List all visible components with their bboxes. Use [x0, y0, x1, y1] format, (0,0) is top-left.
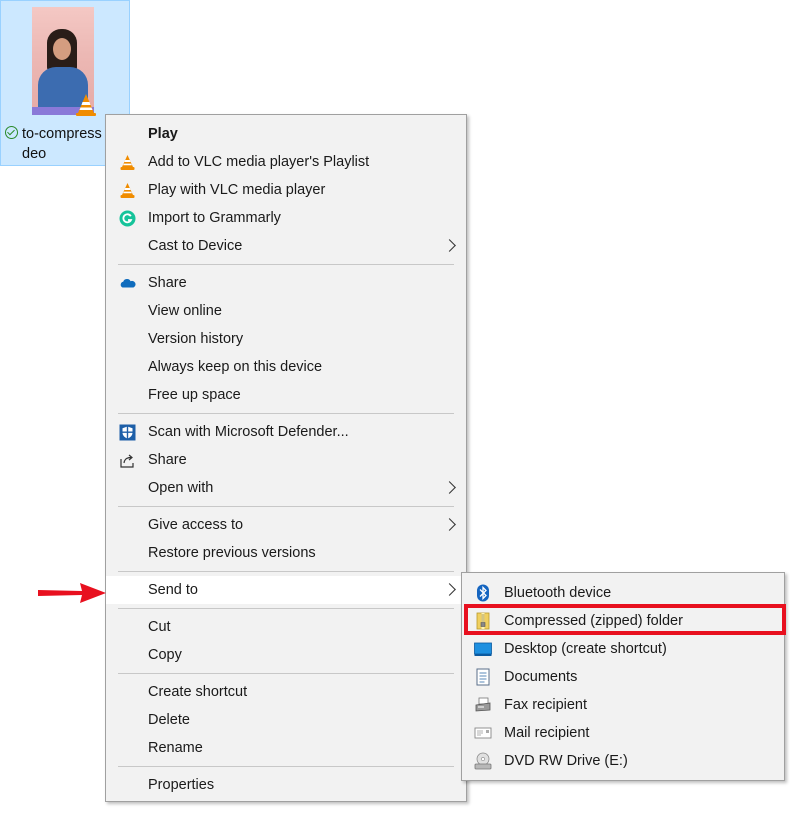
- sync-status-icon: [5, 126, 18, 139]
- submenu-item-documents[interactable]: Documents: [462, 663, 784, 691]
- chevron-right-icon: [443, 583, 456, 596]
- vlc-cone-icon: [120, 183, 135, 198]
- chevron-right-icon: [443, 239, 456, 252]
- menu-item-delete[interactable]: Delete: [106, 706, 466, 734]
- menu-separator: [118, 766, 454, 767]
- menu-item-onedrive-share[interactable]: Share: [106, 269, 466, 297]
- menu-item-properties[interactable]: Properties: [106, 771, 466, 799]
- mail-envelope-icon: [474, 727, 492, 739]
- menu-item-free-up-space[interactable]: Free up space: [106, 381, 466, 409]
- chevron-right-icon: [443, 518, 456, 531]
- submenu-item-bluetooth[interactable]: Bluetooth device: [462, 579, 784, 607]
- menu-item-rename[interactable]: Rename: [106, 734, 466, 762]
- red-arrow-pointer-icon: [38, 583, 106, 603]
- highlight-box: [464, 604, 786, 635]
- menu-item-view-online[interactable]: View online: [106, 297, 466, 325]
- menu-item-import-to-grammarly[interactable]: Import to Grammarly: [106, 204, 466, 232]
- documents-icon: [476, 668, 490, 686]
- share-icon: [120, 454, 134, 468]
- menu-separator: [118, 413, 454, 414]
- bluetooth-icon: [477, 584, 489, 602]
- menu-separator: [118, 264, 454, 265]
- submenu-item-fax-recipient[interactable]: Fax recipient: [462, 691, 784, 719]
- menu-item-add-to-vlc-playlist[interactable]: Add to VLC media player's Playlist: [106, 148, 466, 176]
- menu-item-copy[interactable]: Copy: [106, 641, 466, 669]
- menu-separator: [118, 571, 454, 572]
- menu-separator: [118, 506, 454, 507]
- defender-shield-icon: [119, 424, 136, 441]
- dvd-drive-icon: [474, 752, 492, 770]
- vlc-cone-icon: [120, 155, 135, 170]
- submenu-item-desktop-shortcut[interactable]: Desktop (create shortcut): [462, 635, 784, 663]
- menu-separator: [118, 608, 454, 609]
- menu-separator: [118, 673, 454, 674]
- menu-item-share[interactable]: Share: [106, 446, 466, 474]
- fax-printer-icon: [475, 697, 491, 712]
- menu-item-version-history[interactable]: Version history: [106, 325, 466, 353]
- submenu-item-dvd-drive[interactable]: DVD RW Drive (E:): [462, 747, 784, 775]
- menu-item-give-access-to[interactable]: Give access to: [106, 511, 466, 539]
- desktop-icon: [474, 642, 492, 656]
- menu-item-open-with[interactable]: Open with: [106, 474, 466, 502]
- chevron-right-icon: [443, 481, 456, 494]
- grammarly-icon: [119, 210, 136, 227]
- menu-item-play-with-vlc[interactable]: Play with VLC media player: [106, 176, 466, 204]
- menu-item-restore-previous-versions[interactable]: Restore previous versions: [106, 539, 466, 567]
- menu-item-always-keep[interactable]: Always keep on this device: [106, 353, 466, 381]
- vlc-cone-icon: [76, 94, 96, 116]
- menu-item-send-to[interactable]: Send to: [106, 576, 466, 604]
- onedrive-cloud-icon: [120, 278, 136, 288]
- submenu-item-mail-recipient[interactable]: Mail recipient: [462, 719, 784, 747]
- menu-item-create-shortcut[interactable]: Create shortcut: [106, 678, 466, 706]
- menu-item-scan-defender[interactable]: Scan with Microsoft Defender...: [106, 418, 466, 446]
- menu-item-play[interactable]: Play: [106, 120, 466, 148]
- menu-item-cast-to-device[interactable]: Cast to Device: [106, 232, 466, 260]
- context-menu: Play Add to VLC media player's Playlist …: [105, 114, 467, 802]
- menu-item-cut[interactable]: Cut: [106, 613, 466, 641]
